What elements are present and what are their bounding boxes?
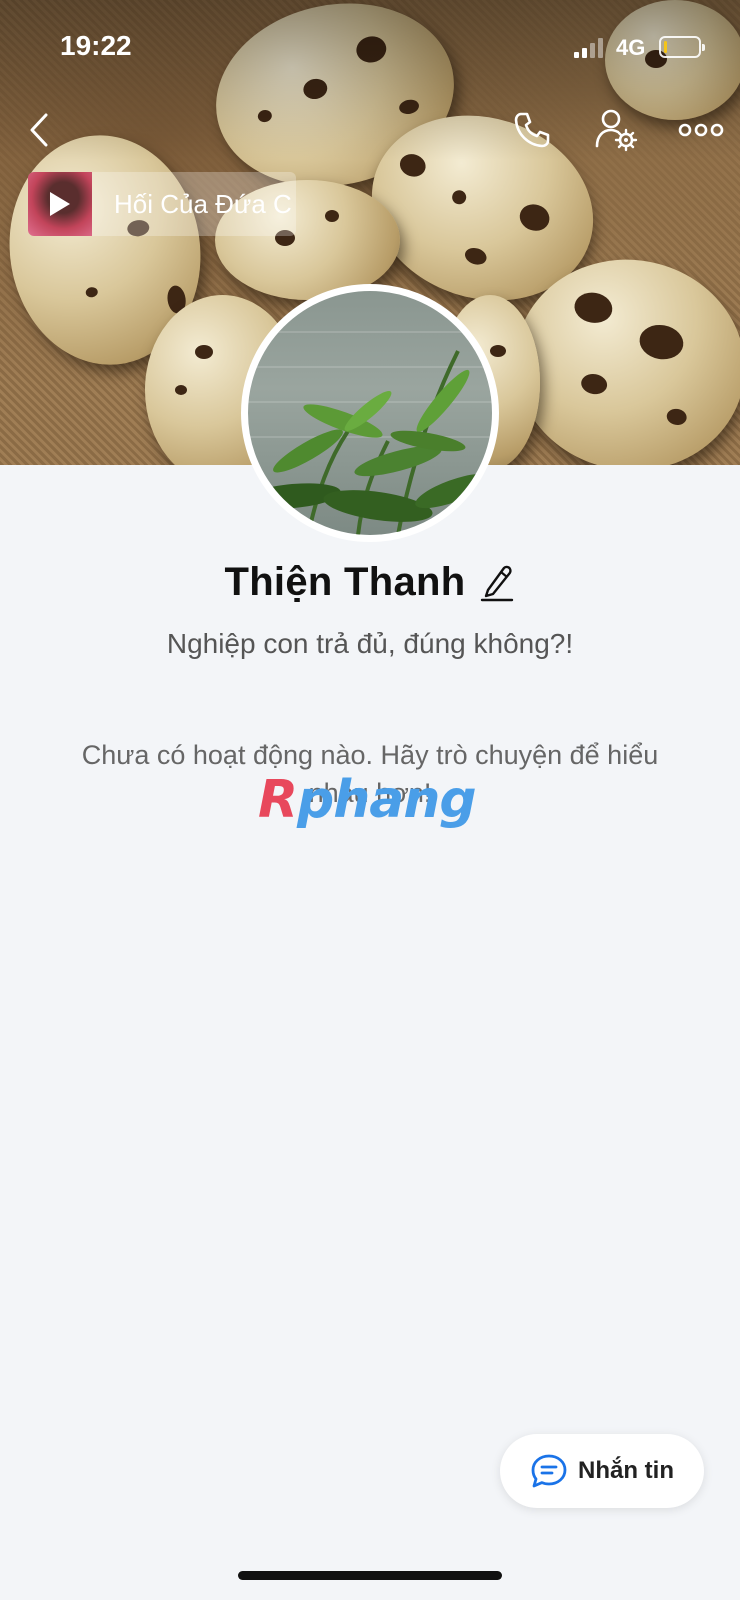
edit-name-button[interactable]	[480, 562, 516, 602]
music-title: Hối Của Đứa C	[114, 188, 292, 219]
user-settings-button[interactable]	[592, 106, 640, 154]
chevron-left-icon	[30, 113, 48, 147]
avatar-plant	[248, 350, 491, 535]
phone-icon	[514, 112, 550, 148]
more-dots-icon	[678, 123, 724, 137]
chat-bubble-icon	[531, 1454, 567, 1488]
message-button[interactable]: Nhắn tin	[500, 1434, 704, 1508]
signal-icon	[574, 38, 606, 58]
profile-name-row: Thiện Thanh	[0, 556, 740, 608]
network-type: 4G	[616, 35, 646, 60]
music-thumbnail[interactable]	[28, 172, 92, 236]
battery-icon	[659, 36, 705, 58]
watermark-part1: R	[258, 770, 298, 830]
back-button[interactable]	[16, 106, 64, 154]
profile-name: Thiện Thanh	[224, 559, 466, 604]
home-indicator[interactable]	[238, 1571, 502, 1580]
profile-music-player[interactable]: Hối Của Đứa C	[28, 172, 296, 236]
profile-status: Nghiệp con trả đủ, đúng không?!	[166, 628, 574, 659]
call-button[interactable]	[508, 106, 556, 154]
status-bar: 19:22 4G	[0, 0, 740, 90]
status-time: 19:22	[60, 30, 132, 61]
pencil-icon	[480, 565, 513, 602]
play-icon	[50, 192, 70, 216]
message-button-label: Nhắn tin	[578, 1457, 674, 1484]
avatar[interactable]	[241, 284, 499, 542]
user-settings-icon	[595, 109, 638, 152]
watermark-part2: phang	[297, 770, 477, 830]
battery-level	[664, 41, 667, 53]
watermark-logo: Rphang	[258, 770, 488, 830]
more-options-button[interactable]	[676, 106, 726, 154]
